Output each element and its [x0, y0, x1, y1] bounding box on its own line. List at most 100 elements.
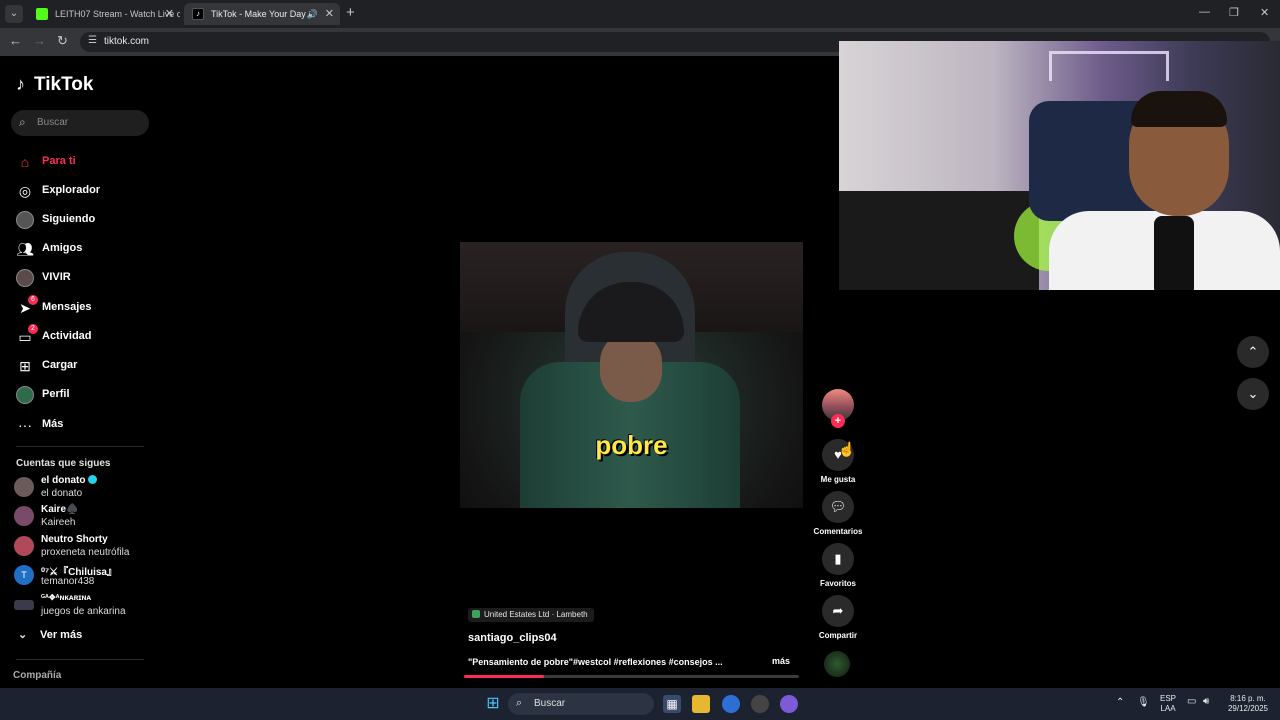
tab-leith07-stream[interactable]: LEITH07 Stream - Watch Live on ✕ — [28, 3, 180, 25]
music-disc-icon[interactable] — [824, 651, 850, 677]
nav-label: Siguiendo — [42, 213, 96, 225]
avatar — [14, 477, 34, 497]
comments-label: Comentarios — [813, 527, 863, 536]
site-info-icon[interactable]: ☰ — [88, 35, 97, 46]
microphone-icon[interactable]: 🎙︎ — [1137, 698, 1150, 708]
video-author[interactable]: santiago_clips04 — [468, 632, 557, 644]
share-arrow-icon: ➦ — [822, 595, 854, 627]
tab-search-button[interactable]: ⌄ — [5, 5, 23, 23]
tiktok-note-icon: ♪ — [16, 74, 25, 94]
video-progress-bar[interactable] — [464, 675, 799, 678]
nav-label: Explorador — [42, 184, 101, 196]
nav-actividad[interactable]: ▭ 2 Actividad — [16, 324, 156, 348]
minimize-icon[interactable]: — — [1199, 6, 1210, 18]
nav-explorador[interactable]: ◎ Explorador — [16, 180, 156, 202]
reload-icon[interactable]: ↻ — [57, 33, 68, 49]
clock[interactable]: 8:16 p. m. 29/12/2025 — [1222, 694, 1274, 714]
close-window-icon[interactable]: ✕ — [1260, 6, 1269, 19]
favorites-button[interactable]: ▮ Favoritos — [812, 543, 864, 588]
location-tag[interactable]: United Estates Ltd · Lambeth — [468, 608, 594, 622]
nav-perfil[interactable]: Perfil — [16, 384, 156, 406]
avatar — [14, 600, 34, 610]
app-icon[interactable] — [751, 695, 769, 713]
company-link[interactable]: Compañía — [13, 670, 61, 681]
language-bottom: LAA — [1160, 704, 1176, 713]
video-subtitle: pobre — [595, 430, 668, 460]
store-icon[interactable]: ▦ — [663, 695, 681, 713]
video-subject-face — [600, 332, 662, 402]
tab-title: LEITH07 Stream - Watch Live on — [55, 9, 180, 19]
video-player[interactable]: pobre — [460, 242, 803, 508]
nav-amigos[interactable]: 👥︎ Amigos — [16, 238, 156, 260]
volume-icon[interactable]: 🔊︎ — [1203, 697, 1209, 707]
language-indicator[interactable]: ESP LAA — [1160, 694, 1176, 714]
share-button[interactable]: ➦ Compartir — [812, 595, 864, 640]
new-tab-button[interactable]: + — [346, 4, 355, 21]
friends-icon: 👥︎ — [16, 241, 34, 257]
forward-icon[interactable]: → — [33, 33, 46, 48]
language-top: ESP — [1160, 694, 1177, 703]
followed-account[interactable]: Neutro Shorty proxeneta neutrófila — [14, 534, 154, 560]
neon-sign — [1049, 51, 1169, 81]
search-icon: ⌕ — [19, 115, 26, 129]
url-text: tiktok.com — [104, 36, 150, 47]
kick-icon — [36, 8, 48, 20]
clock-date: 29/12/2025 — [1227, 704, 1269, 713]
tiktok-icon: ♪ — [192, 8, 204, 20]
tiktok-page: ♪ TikTok ⌕ Buscar ⌂ Para ti ◎ Explorador … — [0, 41, 1280, 688]
next-video-button[interactable]: ⌄ — [1237, 378, 1269, 410]
nav-label: Mensajes — [42, 301, 92, 313]
share-label: Compartir — [818, 631, 858, 640]
chevron-up-icon: ⌃ — [1247, 344, 1259, 359]
nav-label: Cargar — [42, 359, 78, 371]
avatar: T — [14, 565, 34, 585]
network-icon[interactable]: ▭ — [1187, 697, 1196, 707]
nav-mas[interactable]: ··· Más — [16, 414, 156, 436]
back-icon[interactable]: ← — [9, 33, 22, 48]
follow-plus-button[interactable]: + — [831, 414, 845, 428]
video-progress-fill — [464, 675, 545, 678]
browser-tab-bar: ⌄ LEITH07 Stream - Watch Live on ✕ ♪ Tik… — [0, 0, 1280, 28]
windows-start-icon[interactable]: ⊞ — [484, 695, 502, 713]
nav-cargar[interactable]: ⊞ Cargar — [16, 355, 156, 377]
nav-mensajes[interactable]: ➤ 6 Mensajes — [16, 295, 156, 319]
ver-mas-button[interactable]: ⌄ Ver más — [18, 628, 82, 641]
followed-account[interactable]: T ⁰⁷⚔『Chiluisa』 temanor438 — [14, 563, 154, 589]
previous-video-button[interactable]: ⌃ — [1237, 336, 1269, 368]
account-handle: el donato — [41, 488, 83, 499]
taskbar-search-placeholder: Buscar — [534, 698, 566, 709]
nav-label: Perfil — [42, 388, 70, 400]
figure-shelf — [839, 191, 1039, 290]
taskbar-search[interactable]: ⌕ Buscar — [508, 693, 654, 715]
account-name: Kaire♠️ — [41, 504, 79, 515]
close-tab-icon[interactable]: ✕ — [325, 3, 334, 25]
following-section-title: Cuentas que sigues — [16, 458, 111, 469]
nav-vivir[interactable]: VIVIR — [16, 267, 156, 289]
followed-account[interactable]: ᴳᴬ✥ᴬɴᴋᴀʀɪɴᴀ juegos de ankarina — [14, 593, 154, 619]
profile-avatar-icon — [16, 386, 34, 404]
tab-tiktok[interactable]: ♪ TikTok - Make Your Day 🔊 ✕ — [184, 3, 340, 25]
tray-chevron-icon[interactable]: ⌃ — [1116, 698, 1124, 708]
search-icon: ⌕ — [516, 697, 523, 709]
comments-button[interactable]: 💬︎ Comentarios — [812, 491, 864, 536]
nav-para-ti[interactable]: ⌂ Para ti — [16, 151, 156, 173]
account-name: ᴳᴬ✥ᴬɴᴋᴀʀɪɴᴀ — [41, 593, 92, 602]
close-tab-icon[interactable]: ✕ — [165, 3, 174, 25]
file-explorer-icon[interactable] — [692, 695, 710, 713]
restore-icon[interactable]: ❐ — [1229, 6, 1239, 19]
audio-playing-icon[interactable]: 🔊 — [307, 3, 318, 25]
search-input[interactable]: ⌕ Buscar — [11, 110, 149, 136]
account-name: el donato — [41, 475, 98, 486]
tab-title: TikTok - Make Your Day — [211, 9, 306, 19]
messages-badge: 6 — [28, 295, 38, 305]
more-button[interactable]: más — [772, 656, 790, 666]
tiktok-logo[interactable]: ♪ TikTok — [16, 74, 93, 96]
nav-siguiendo[interactable]: Siguiendo — [16, 209, 156, 231]
location-pin-icon — [472, 610, 480, 618]
followed-account[interactable]: Kaire♠️ Kaireeh — [14, 504, 154, 530]
app-icon[interactable] — [780, 695, 798, 713]
streamer-hair — [1131, 91, 1227, 127]
chrome-icon[interactable] — [722, 695, 740, 713]
microphone — [1154, 216, 1194, 290]
followed-account[interactable]: el donato el donato — [14, 475, 154, 501]
